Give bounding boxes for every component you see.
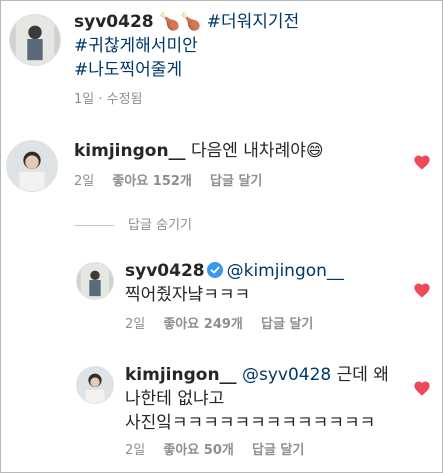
caption-avatar[interactable] bbox=[9, 14, 61, 66]
mention-link[interactable]: @kimjingon__ bbox=[227, 261, 344, 281]
verified-badge-icon bbox=[206, 261, 223, 278]
reply-time[interactable]: 2일 bbox=[125, 317, 145, 332]
hashtag-link[interactable]: #귀찮게해서미안 bbox=[74, 36, 198, 56]
comment-likes[interactable]: 좋아요 152개 bbox=[112, 174, 192, 189]
reply-avatar[interactable] bbox=[76, 262, 114, 300]
reply-username[interactable]: syv0428 bbox=[125, 261, 205, 281]
reply-likes[interactable]: 좋아요 249개 bbox=[163, 317, 243, 332]
reply-meta: 2일 좋아요 50개 답글 달기 bbox=[125, 439, 304, 458]
mention-link[interactable]: @syv0428 bbox=[242, 365, 331, 385]
hashtag-link[interactable]: #더워지기전 bbox=[207, 12, 299, 32]
reply-likes[interactable]: 좋아요 50개 bbox=[163, 443, 233, 458]
reply-body: 근데 왜 bbox=[336, 365, 389, 385]
reply-text: syv0428 @kimjingon__ 찍어줬자냨ㅋㅋㅋ bbox=[125, 259, 344, 307]
comment-time[interactable]: 2일 bbox=[74, 174, 94, 189]
heart-icon[interactable] bbox=[413, 380, 431, 396]
divider bbox=[74, 225, 114, 226]
reply-button[interactable]: 답글 달기 bbox=[210, 174, 262, 189]
heart-icon[interactable] bbox=[413, 282, 431, 298]
reply-avatar[interactable] bbox=[76, 366, 114, 404]
reply-button[interactable]: 답글 달기 bbox=[252, 443, 304, 458]
comment-body: 다음엔 내차례야😄 bbox=[190, 141, 324, 161]
comment-meta: 2일 좋아요 152개 답글 달기 bbox=[74, 170, 262, 189]
heart-icon[interactable] bbox=[413, 154, 431, 170]
comment-text: kimjingon__ 다음엔 내차례야😄 bbox=[74, 139, 324, 163]
reply-body: 찍어줬자냨ㅋㅋㅋ bbox=[125, 285, 251, 305]
reply-body: 사진잌ㅋㅋㅋㅋㅋㅋㅋㅋㅋㅋㅋㅋㅋ bbox=[125, 413, 376, 433]
reply-body: 나한테 없냐고 bbox=[125, 389, 225, 409]
reply-button[interactable]: 답글 달기 bbox=[261, 317, 313, 332]
reply-username[interactable]: kimjingon__ bbox=[125, 365, 237, 385]
reply-time[interactable]: 2일 bbox=[125, 443, 145, 458]
caption-time[interactable]: 1일 bbox=[74, 92, 94, 107]
caption-meta: 1일 · 수정됨 bbox=[74, 88, 143, 107]
caption-edited: · 수정됨 bbox=[98, 92, 143, 107]
reply-text: kimjingon__ @syv0428 근데 왜 나한테 없냐고 사진잌ㅋㅋㅋ… bbox=[125, 363, 389, 435]
hashtag-link[interactable]: #나도찍어줄게 bbox=[74, 60, 182, 80]
comment-username[interactable]: kimjingon__ bbox=[74, 141, 186, 161]
drumstick-emoji: 🍗🍗 bbox=[159, 12, 202, 32]
hide-replies-label: 답글 숨기기 bbox=[128, 218, 192, 233]
reply-meta: 2일 좋아요 249개 답글 달기 bbox=[125, 313, 313, 332]
hide-replies-button[interactable]: 답글 숨기기 bbox=[74, 214, 192, 233]
caption: syv0428 🍗🍗 #더워지기전 #귀찮게해서미안 #나도찍어줄게 bbox=[74, 10, 424, 82]
comment-avatar[interactable] bbox=[6, 140, 58, 192]
caption-username[interactable]: syv0428 bbox=[74, 12, 154, 32]
